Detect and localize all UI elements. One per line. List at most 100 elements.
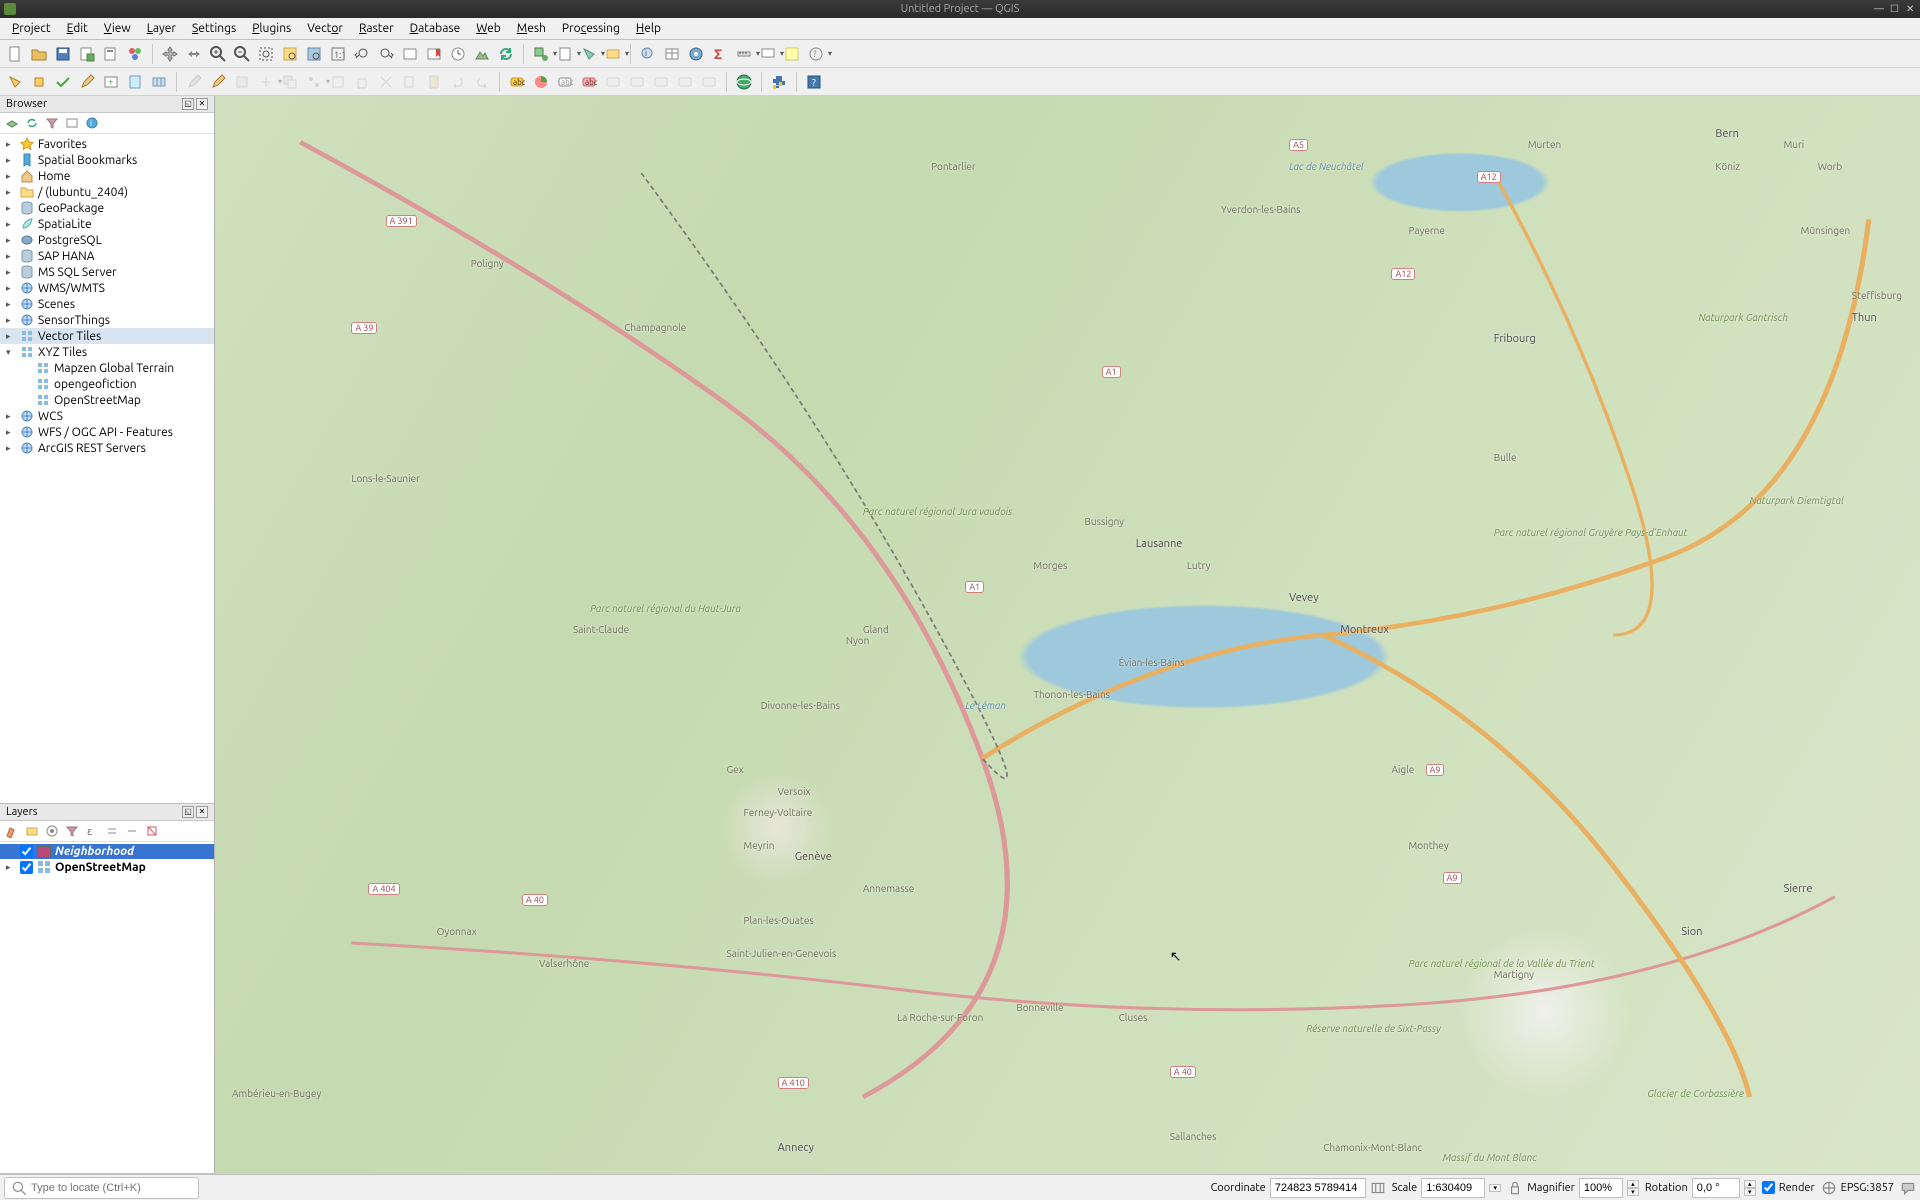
layer-visibility-checkbox[interactable] (20, 861, 33, 874)
save-project-button[interactable] (52, 43, 74, 65)
zoom-to-selection-button[interactable] (279, 43, 301, 65)
menu-web[interactable]: Web (468, 20, 509, 37)
current-edits-button[interactable] (4, 71, 26, 93)
manage-map-themes-button[interactable] (44, 823, 60, 839)
add-polygon-feature-button[interactable] (231, 71, 253, 93)
copy-features2-button[interactable] (399, 71, 421, 93)
remove-layer-button[interactable] (144, 823, 160, 839)
temporal-controller-button[interactable] (447, 43, 469, 65)
menu-settings[interactable]: Settings (184, 20, 244, 37)
render-checkbox[interactable] (1762, 1181, 1775, 1194)
expander-icon[interactable]: ▸ (6, 267, 16, 278)
zoom-full-button[interactable] (255, 43, 277, 65)
magnifier-up[interactable]: ▴ (1627, 1180, 1639, 1188)
show-map-tips-button[interactable]: ▾ (757, 43, 779, 65)
expander-icon[interactable]: ▸ (6, 139, 16, 150)
filter-legend-by-expression-button[interactable]: ε (84, 823, 100, 839)
toggle-extents-icon[interactable] (1370, 1180, 1386, 1196)
pan-map-button[interactable] (159, 43, 181, 65)
magnifier-down[interactable]: ▾ (1627, 1188, 1639, 1196)
layer-visibility-checkbox[interactable] (20, 845, 33, 858)
filter-legend-by-content-button[interactable] (64, 823, 80, 839)
add-point-feature-button[interactable] (183, 71, 205, 93)
open-layer-styling-button[interactable] (4, 823, 20, 839)
zoom-native-button[interactable]: 1:1 (327, 43, 349, 65)
map-thumbnail-button[interactable] (781, 43, 803, 65)
browser-tree[interactable]: ▸Favorites▸Spatial Bookmarks▸Home▸/ (lub… (0, 134, 214, 803)
filter-browser-button[interactable] (44, 115, 60, 131)
elevation-controller-button[interactable] (471, 43, 493, 65)
crs-value[interactable]: EPSG:3857 (1841, 1182, 1894, 1194)
expander-icon[interactable]: ▸ (6, 443, 16, 454)
layer-diagram-button[interactable] (530, 71, 552, 93)
browser-item-xyz-tiles[interactable]: ▾XYZ Tiles (0, 344, 214, 360)
toggle-editing-button[interactable] (28, 71, 50, 93)
window-minimize-button[interactable]: — (1874, 4, 1884, 14)
pin-labels-button[interactable] (602, 71, 624, 93)
expander-icon[interactable]: ▾ (6, 347, 16, 358)
toggle-editing-pencil-button[interactable] (76, 71, 98, 93)
expander-icon[interactable]: ▸ (6, 155, 16, 166)
data-source-manager-button[interactable]: ▾ (530, 43, 552, 65)
expander-icon[interactable]: ▸ (6, 203, 16, 214)
menu-raster[interactable]: Raster (351, 20, 402, 37)
expander-icon[interactable]: ▸ (6, 187, 16, 198)
delete-selected-button[interactable] (351, 71, 373, 93)
expander-icon[interactable]: ▸ (6, 331, 16, 342)
expander-icon[interactable]: ▸ (6, 235, 16, 246)
zoom-out-button[interactable] (231, 43, 253, 65)
expander-icon[interactable]: ▸ (6, 219, 16, 230)
statistical-summary-button[interactable]: Σ (709, 43, 731, 65)
expander-icon[interactable]: ▸ (6, 283, 16, 294)
new-mesh-button[interactable] (148, 71, 170, 93)
add-group-button[interactable] (24, 823, 40, 839)
map-canvas[interactable]: Bern Lausanne Genève Fribourg Annecy Mon… (215, 96, 1920, 1174)
move-label-button[interactable] (650, 71, 672, 93)
browser-item-arcgis-rest-servers[interactable]: ▸ArcGIS REST Servers (0, 440, 214, 456)
collapse-all-layers-button[interactable] (124, 823, 140, 839)
help-button[interactable]: ? (803, 71, 825, 93)
paste-features-button[interactable] (423, 71, 445, 93)
window-close-button[interactable]: ✕ (1906, 4, 1916, 14)
browser-item-favorites[interactable]: ▸Favorites (0, 136, 214, 152)
browser-item-geopackage[interactable]: ▸GeoPackage (0, 200, 214, 216)
browser-item-vector-tiles[interactable]: ▸Vector Tiles (0, 328, 214, 344)
zoom-next-button[interactable] (375, 43, 397, 65)
browser-close-button[interactable]: ✕ (196, 98, 208, 110)
pan-to-selection-button[interactable] (183, 43, 205, 65)
lock-scale-icon[interactable] (1507, 1180, 1523, 1196)
menu-database[interactable]: Database (402, 20, 469, 37)
refresh-browser-button[interactable] (24, 115, 40, 131)
menu-layer[interactable]: Layer (139, 20, 184, 37)
browser-item-wfs-ogc-api-features[interactable]: ▸WFS / OGC API - Features (0, 424, 214, 440)
new-shapefile-button[interactable] (124, 71, 146, 93)
browser-item-opengeofiction[interactable]: opengeofiction (0, 376, 214, 392)
add-vector-layer-button[interactable]: ▾ (578, 43, 600, 65)
menu-vector[interactable]: Vector (299, 20, 351, 37)
expander-icon[interactable]: ▸ (6, 171, 16, 182)
browser-item-spatialite[interactable]: ▸SpatiaLite (0, 216, 214, 232)
new-virtual-layer-button[interactable]: ▾ (602, 43, 624, 65)
zoom-in-button[interactable] (207, 43, 229, 65)
collapse-all-button[interactable] (64, 115, 80, 131)
rotation-down[interactable]: ▾ (1744, 1188, 1756, 1196)
copy-features-button[interactable] (279, 71, 301, 93)
add-selected-layers-button[interactable] (4, 115, 20, 131)
menu-plugins[interactable]: Plugins (244, 20, 299, 37)
menu-project[interactable]: Project (4, 20, 59, 37)
browser-item-scenes[interactable]: ▸Scenes (0, 296, 214, 312)
menu-edit[interactable]: Edit (59, 20, 96, 37)
zoom-to-layer-button[interactable] (303, 43, 325, 65)
browser-item-openstreetmap[interactable]: OpenStreetMap (0, 392, 214, 408)
style-manager-button[interactable] (124, 43, 146, 65)
open-project-button[interactable] (28, 43, 50, 65)
scale-input[interactable] (1421, 1178, 1485, 1198)
enable-properties-button[interactable]: i (84, 115, 100, 131)
browser-item-home[interactable]: ▸Home (0, 168, 214, 184)
scale-dropdown-button[interactable]: ▾ (1489, 1184, 1501, 1192)
expand-all-layers-button[interactable] (104, 823, 120, 839)
refresh-button[interactable] (495, 43, 517, 65)
move-feature-button[interactable]: ▾ (255, 71, 277, 93)
metasearch-button[interactable] (733, 71, 755, 93)
add-record-button[interactable]: + (100, 71, 122, 93)
